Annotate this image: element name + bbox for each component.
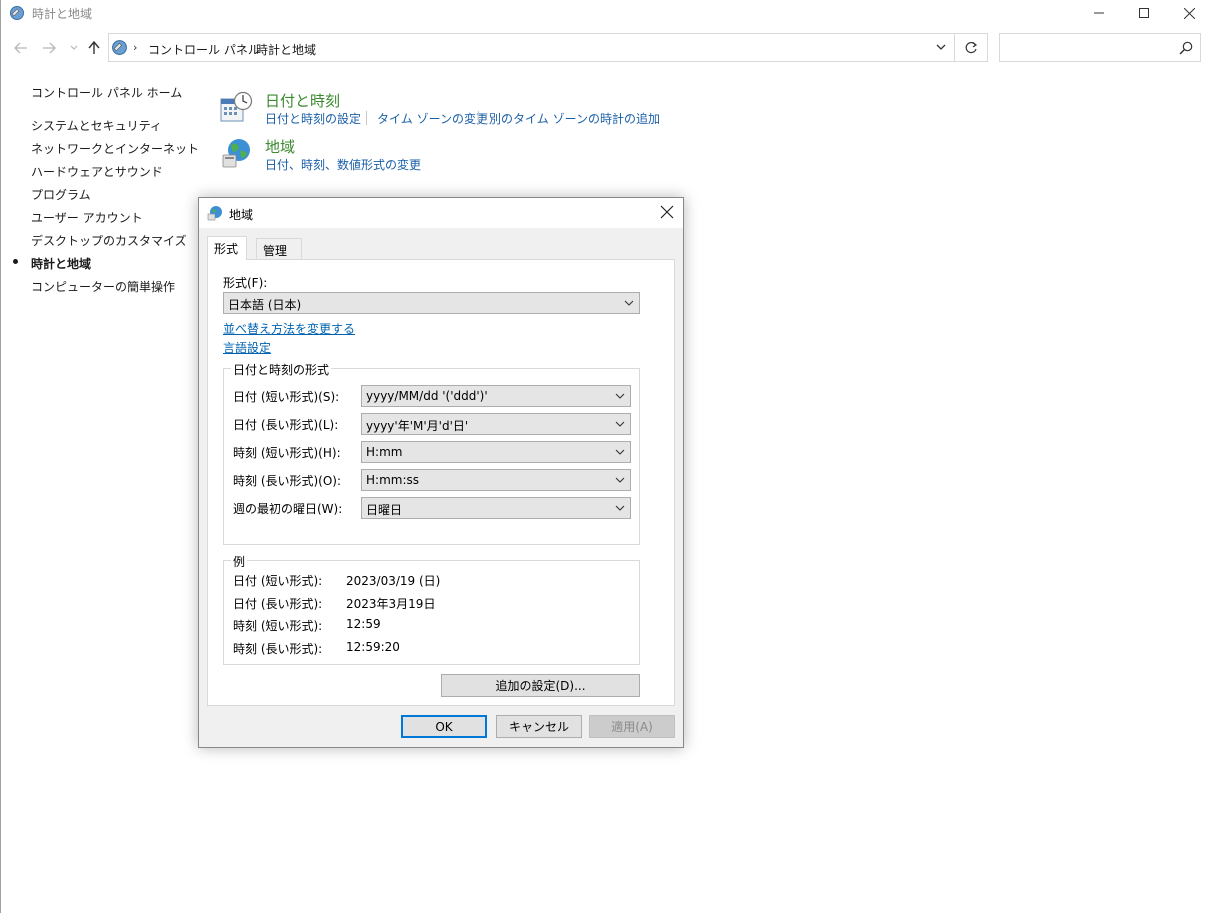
example-short-date-value: 2023/03/19 (日) xyxy=(346,574,441,588)
search-input[interactable] xyxy=(999,33,1201,62)
forward-arrow-icon xyxy=(43,42,56,54)
link-change-sort[interactable]: 並べ替え方法を変更する xyxy=(223,320,355,337)
globe-icon xyxy=(207,206,222,221)
sidebar-item-control-panel-home[interactable]: コントロール パネル ホーム xyxy=(31,84,182,101)
forward-button[interactable] xyxy=(39,38,59,58)
up-button[interactable] xyxy=(84,38,104,58)
control-panel-window: 時計と地域 › コントロール パネル › 時計と地域 コントロール パネル ホー… xyxy=(0,0,1211,913)
chevron-down-icon xyxy=(615,421,625,427)
breadcrumb-clock-region[interactable]: 時計と地域 xyxy=(256,41,316,58)
minimize-icon xyxy=(1094,12,1104,14)
cancel-button[interactable]: キャンセル xyxy=(496,715,582,738)
chevron-down-icon xyxy=(615,505,625,511)
example-long-date-value: 2023年3月19日 xyxy=(346,597,436,611)
link-divider xyxy=(366,111,367,125)
tab-formats[interactable]: 形式 xyxy=(207,236,247,260)
address-bar[interactable]: › コントロール パネル › 時計と地域 xyxy=(108,33,955,62)
example-short-date-label: 日付 (短い形式): xyxy=(233,574,323,588)
format-label: 形式(F): xyxy=(223,276,268,290)
first-day-value: 日曜日 xyxy=(366,503,403,517)
close-window-button[interactable] xyxy=(1166,0,1211,26)
category-title-region[interactable]: 地域 xyxy=(265,136,295,157)
dialog-title-bar[interactable]: 地域 xyxy=(199,198,683,228)
chevron-down-icon xyxy=(615,393,625,399)
first-day-select[interactable]: 日曜日 xyxy=(361,497,631,519)
sidebar-item-system-security[interactable]: システムとセキュリティ xyxy=(31,117,162,134)
back-button[interactable] xyxy=(11,38,31,58)
format-select-value: 日本語 (日本) xyxy=(228,298,302,312)
ok-button[interactable]: OK xyxy=(401,715,487,738)
example-long-time-value: 12:59:20 xyxy=(346,640,400,654)
sidebar-item-clock-region[interactable]: 時計と地域 xyxy=(31,255,91,272)
globe-icon xyxy=(222,139,250,168)
breadcrumb-separator[interactable]: › xyxy=(241,41,245,54)
active-item-bullet xyxy=(13,259,18,264)
breadcrumb-separator[interactable]: › xyxy=(133,41,137,54)
search-icon xyxy=(1179,41,1193,55)
calendar-clock-icon xyxy=(220,91,253,122)
short-date-label: 日付 (短い形式)(S): xyxy=(233,390,340,404)
example-long-time-label: 時刻 (長い形式): xyxy=(233,642,323,656)
category-title-date-time[interactable]: 日付と時刻 xyxy=(265,90,340,111)
long-time-label: 時刻 (長い形式)(O): xyxy=(233,474,342,488)
additional-settings-button[interactable]: 追加の設定(D)... xyxy=(441,674,640,697)
link-change-time-zone[interactable]: タイム ゾーンの変更 xyxy=(377,110,488,127)
window-title: 時計と地域 xyxy=(32,7,93,21)
refresh-button[interactable] xyxy=(955,33,988,62)
sidebar-item-user-accounts[interactable]: ユーザー アカウント xyxy=(31,209,143,226)
title-bar: 時計と地域 xyxy=(1,0,1211,26)
link-set-date-time[interactable]: 日付と時刻の設定 xyxy=(265,110,361,127)
control-panel-icon xyxy=(10,6,24,20)
link-change-formats[interactable]: 日付、時刻、数値形式の変更 xyxy=(265,156,421,173)
dialog-title: 地域 xyxy=(229,208,254,222)
long-date-select[interactable]: yyyy'年'M'月'd'日' xyxy=(361,413,631,435)
control-panel-icon xyxy=(112,40,127,55)
minimize-button[interactable] xyxy=(1076,0,1122,26)
close-icon xyxy=(1183,7,1195,19)
example-short-time-label: 時刻 (短い形式): xyxy=(233,619,323,633)
link-add-clocks[interactable]: 別のタイム ゾーンの時計の追加 xyxy=(489,110,660,127)
apply-button[interactable]: 適用(A) xyxy=(589,715,675,738)
first-day-label: 週の最初の曜日(W): xyxy=(233,502,343,516)
short-date-value: yyyy/MM/dd '('ddd')' xyxy=(366,389,488,403)
long-time-select[interactable]: H:mm:ss xyxy=(361,469,631,491)
example-long-date-label: 日付 (長い形式): xyxy=(233,597,323,611)
formats-tab-panel: 形式(F): 日本語 (日本) 並べ替え方法を変更する 言語設定 日付と時刻の形… xyxy=(207,259,675,706)
short-time-label: 時刻 (短い形式)(H): xyxy=(233,446,341,460)
chevron-down-icon xyxy=(615,449,625,455)
recent-locations-button[interactable] xyxy=(64,38,84,58)
sidebar-item-appearance[interactable]: デスクトップのカスタマイズ xyxy=(31,232,187,249)
group-title: 日付と時刻の形式 xyxy=(231,361,332,378)
datetime-format-group: 日付と時刻の形式 日付 (短い形式)(S): yyyy/MM/dd '('ddd… xyxy=(223,361,640,545)
format-select[interactable]: 日本語 (日本) xyxy=(223,292,640,314)
region-dialog: 地域 形式 管理 形式(F): 日本語 (日本) 並べ替え方法を変更する 言語設… xyxy=(198,197,684,748)
up-arrow-icon xyxy=(88,41,100,54)
group-title: 例 xyxy=(231,553,248,570)
close-icon[interactable] xyxy=(659,204,675,220)
chevron-down-icon xyxy=(615,477,625,483)
maximize-button[interactable] xyxy=(1121,0,1167,26)
back-arrow-icon xyxy=(14,42,27,54)
link-language-settings[interactable]: 言語設定 xyxy=(223,339,271,356)
short-time-value: H:mm xyxy=(366,445,403,459)
address-dropdown-icon[interactable] xyxy=(934,40,948,54)
long-date-value: yyyy'年'M'月'd'日' xyxy=(366,419,469,433)
tab-administrative[interactable]: 管理 xyxy=(256,238,302,260)
sidebar-item-programs[interactable]: プログラム xyxy=(31,186,91,203)
refresh-icon xyxy=(965,41,977,54)
sidebar-item-hardware-sound[interactable]: ハードウェアとサウンド xyxy=(31,163,163,180)
example-group: 例 日付 (短い形式): 2023/03/19 (日) 日付 (長い形式): 2… xyxy=(223,553,640,665)
long-time-value: H:mm:ss xyxy=(366,473,419,487)
sidebar-item-ease-of-access[interactable]: コンピューターの簡単操作 xyxy=(31,278,175,295)
long-date-label: 日付 (長い形式)(L): xyxy=(233,418,339,432)
chevron-down-icon xyxy=(624,300,634,306)
sidebar-item-network-internet[interactable]: ネットワークとインターネット xyxy=(31,140,199,157)
maximize-icon xyxy=(1139,8,1149,18)
example-short-time-value: 12:59 xyxy=(346,617,381,631)
short-date-select[interactable]: yyyy/MM/dd '('ddd')' xyxy=(361,385,631,407)
link-divider xyxy=(478,111,479,125)
chevron-down-icon xyxy=(70,45,78,50)
short-time-select[interactable]: H:mm xyxy=(361,441,631,463)
